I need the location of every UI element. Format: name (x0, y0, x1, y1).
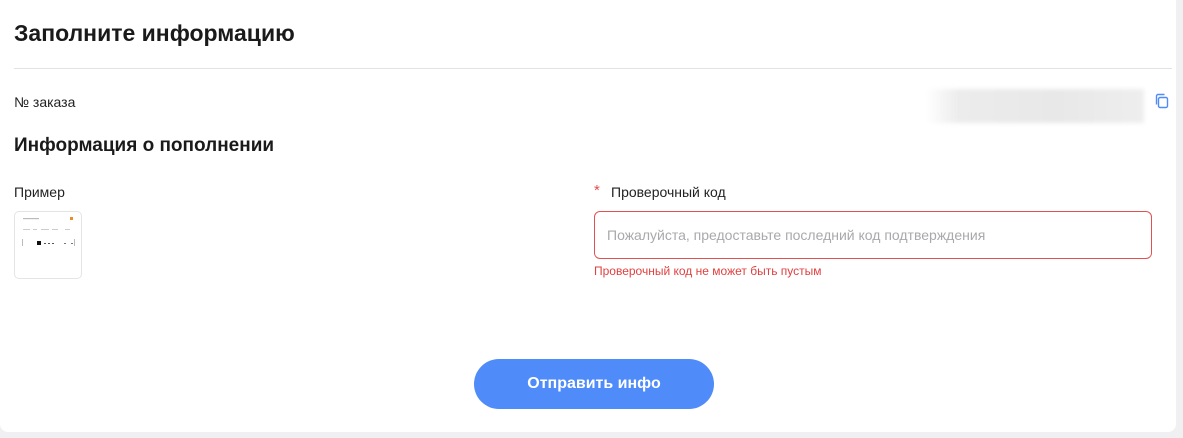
title-divider (14, 68, 1172, 69)
required-mark: * (594, 182, 600, 199)
submit-button[interactable]: Отправить инфо (474, 359, 714, 409)
order-number-value (926, 89, 1144, 123)
section-title: Информация о пополнении (14, 135, 275, 156)
example-image[interactable] (14, 211, 82, 279)
form-card: Заполните информацию № заказа Информация… (0, 0, 1176, 432)
example-label: Пример (14, 184, 65, 200)
order-number-label: № заказа (14, 94, 76, 110)
verification-code-error: Проверочный код не может быть пустым (594, 264, 822, 278)
verification-code-label: Проверочный код (611, 184, 726, 200)
verification-code-input[interactable] (594, 211, 1152, 259)
copy-icon[interactable] (1154, 93, 1170, 109)
page-title: Заполните информацию (14, 20, 295, 46)
